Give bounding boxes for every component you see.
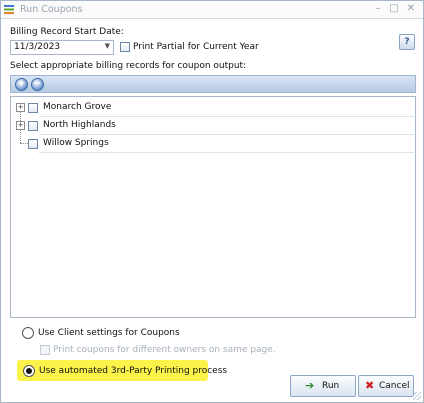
window-title: Run Coupons <box>20 4 83 15</box>
third-party-radio[interactable] <box>23 365 35 377</box>
cancel-x-icon: ✖ <box>365 379 375 392</box>
expand-all-icon[interactable]: + <box>15 78 28 91</box>
client-settings-label[interactable]: Use Client settings for Coupons <box>38 328 180 338</box>
tree-item-label: Monarch Grove <box>43 102 112 112</box>
close-button[interactable]: ✕ <box>404 2 418 16</box>
chevron-down-icon[interactable]: ▼ <box>105 42 110 50</box>
cancel-button[interactable]: ✖ Cancel <box>358 375 414 397</box>
run-coupons-window: Run Coupons – □ ✕ Billing Record Start D… <box>0 0 424 403</box>
different-owners-checkbox[interactable] <box>40 345 50 355</box>
billing-records-tree[interactable]: + Monarch Grove + North Highlands Willow… <box>10 96 416 318</box>
tree-item-checkbox[interactable] <box>28 121 38 131</box>
maximize-button[interactable]: □ <box>387 2 401 16</box>
app-icon <box>4 5 14 14</box>
tree-item-checkbox[interactable] <box>28 139 38 149</box>
tree-item[interactable]: Monarch Grove <box>39 99 414 117</box>
run-button-label: Run <box>322 381 340 391</box>
tree-toolbar: + − <box>10 75 416 93</box>
tree-item-label: Willow Springs <box>43 138 109 148</box>
start-date-combo[interactable]: 11/3/2023 ▼ <box>10 40 114 55</box>
select-records-label: Select appropriate billing records for c… <box>10 61 247 71</box>
help-button[interactable]: ? <box>399 34 415 50</box>
tree-item[interactable]: North Highlands <box>39 117 414 135</box>
tree-item-label: North Highlands <box>43 120 116 130</box>
expand-node-icon[interactable]: + <box>16 103 25 112</box>
print-partial-label[interactable]: Print Partial for Current Year <box>133 42 259 52</box>
print-partial-checkbox[interactable] <box>120 42 130 52</box>
minimize-button[interactable]: – <box>371 2 385 16</box>
tree-item-checkbox[interactable] <box>28 103 38 113</box>
expand-node-icon[interactable]: + <box>16 121 25 130</box>
collapse-all-icon[interactable]: − <box>31 78 44 91</box>
start-date-value: 11/3/2023 <box>14 42 61 52</box>
title-bar[interactable]: Run Coupons – □ ✕ <box>1 1 423 19</box>
run-button[interactable]: ➔ Run <box>290 375 356 397</box>
arrow-right-icon: ➔ <box>305 379 315 392</box>
cancel-button-label: Cancel <box>379 381 410 391</box>
tree-item[interactable]: Willow Springs <box>39 135 414 153</box>
different-owners-label: Print coupons for different owners on sa… <box>53 345 276 355</box>
start-date-label: Billing Record Start Date: <box>10 27 124 37</box>
third-party-label[interactable]: Use automated 3rd-Party Printing process <box>39 366 227 376</box>
resize-grip[interactable] <box>413 392 421 400</box>
client-settings-radio[interactable] <box>22 327 34 339</box>
